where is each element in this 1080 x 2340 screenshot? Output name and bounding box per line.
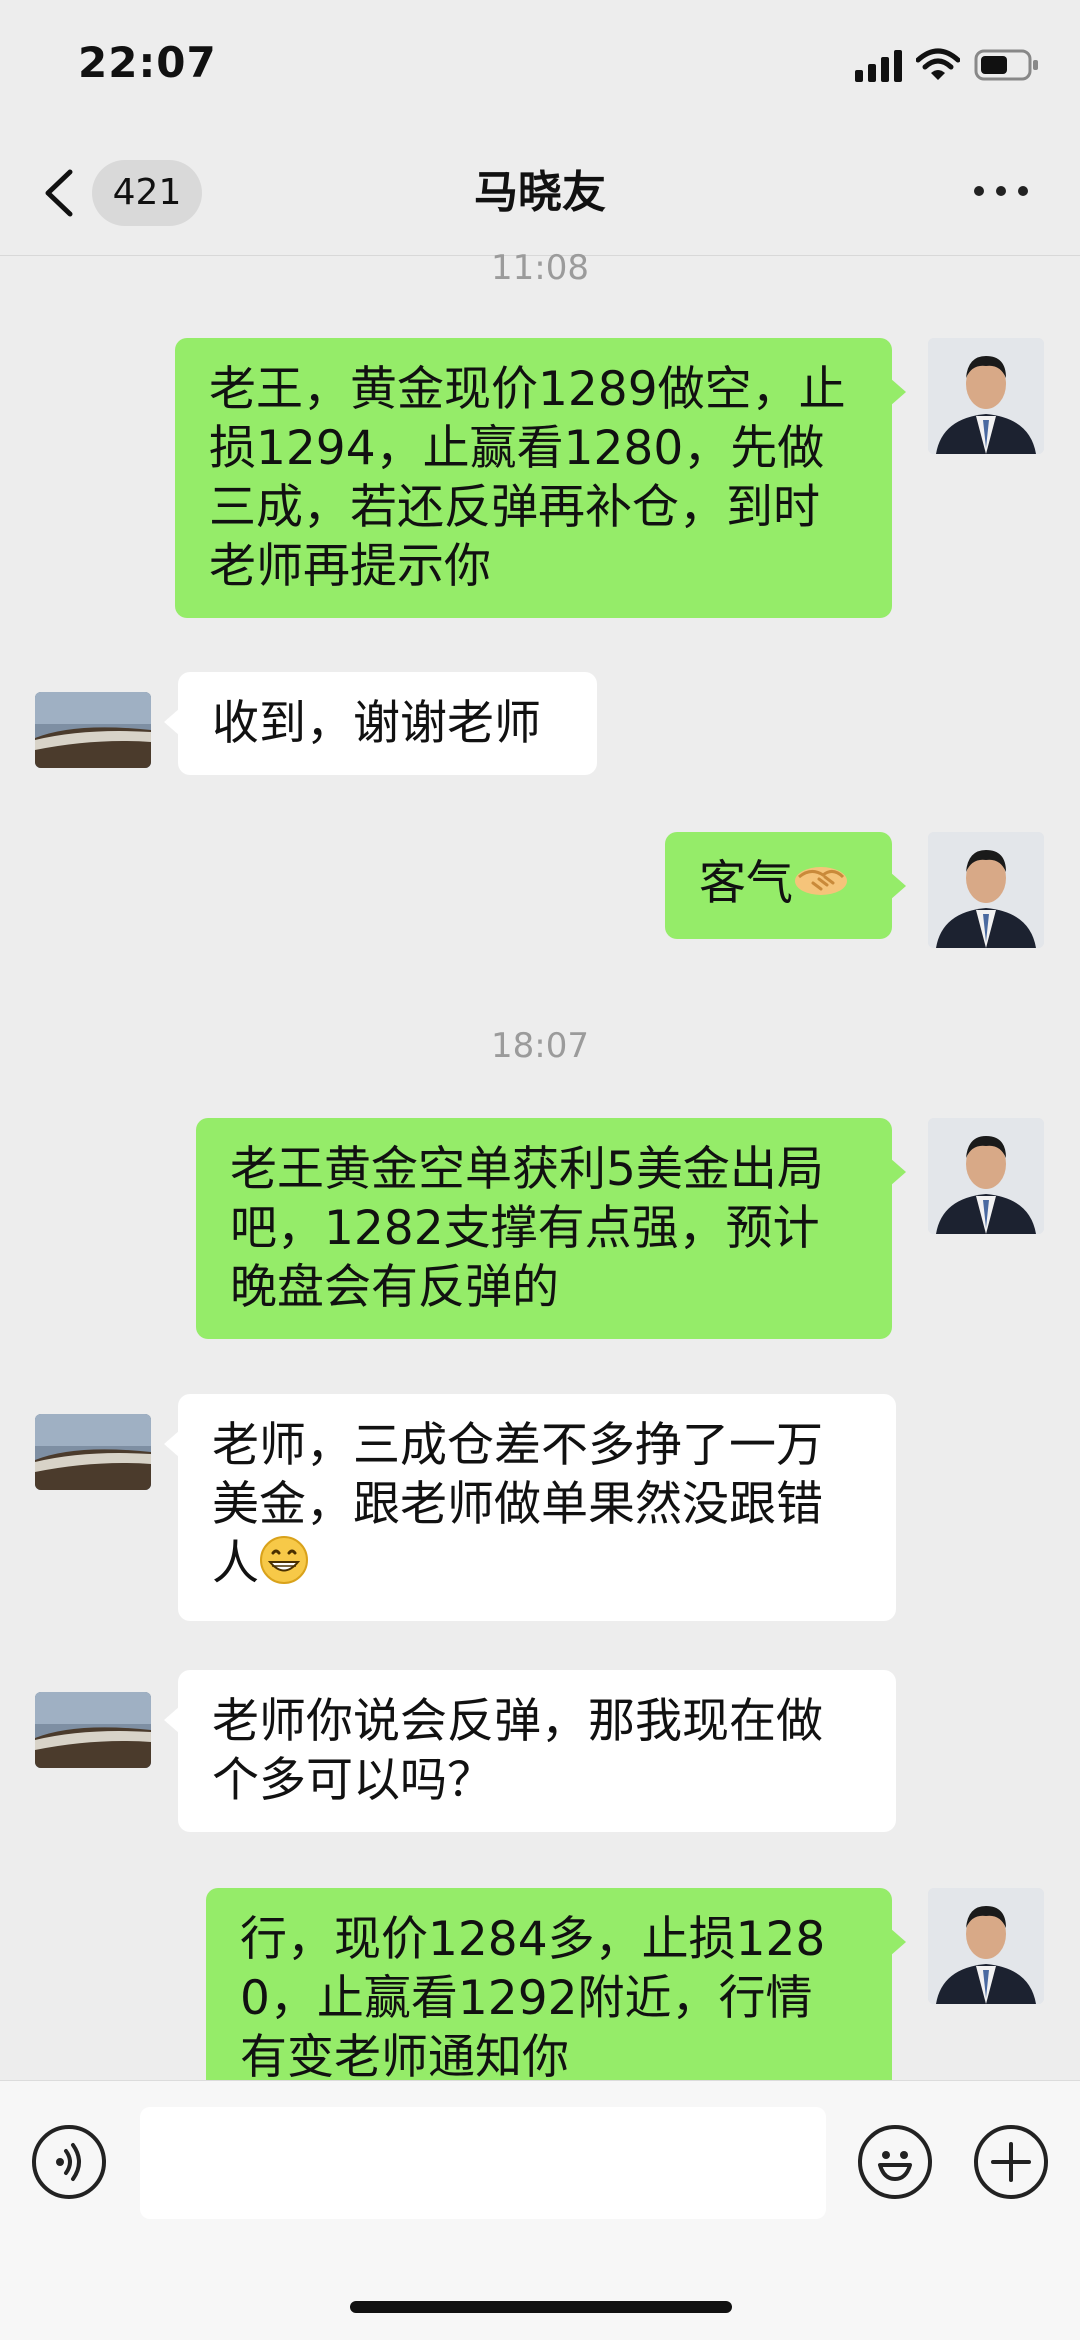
avatar-peer[interactable] [35,1414,151,1490]
nav-bar: 马晓友 421 [0,130,1080,256]
message-bubble-outgoing[interactable]: 客气 [665,832,906,939]
timestamp: 11:08 [491,248,589,288]
avatar-peer[interactable] [35,1692,151,1768]
status-icons [855,48,1040,82]
grinning-emoji [259,1535,309,1599]
message-bubble-incoming[interactable]: 收到，谢谢老师 [164,672,597,775]
input-bar [0,2080,1080,2340]
handshake-emoji [793,857,849,917]
message-bubble-incoming[interactable]: 老师你说会反弹，那我现在做个多可以吗？ [164,1670,896,1832]
plus-icon[interactable] [974,2125,1048,2199]
voice-input-icon[interactable] [32,2125,106,2199]
message-bubble-incoming[interactable]: 老师，三成仓差不多挣了一万美金，跟老师做单果然没跟错人 [164,1394,896,1621]
wifi-icon [916,48,960,82]
cellular-signal-icon [855,50,902,82]
message-input[interactable] [140,2107,826,2219]
avatar-self[interactable] [928,338,1044,454]
message-bubble-outgoing[interactable]: 老王，黄金现价1289做空，止损1294，止赢看1280，先做三成，若还反弹再补… [175,338,906,618]
message-bubble-outgoing[interactable]: 老王黄金空单获利5美金出局吧，1282支撑有点强，预计晚盘会有反弹的 [196,1118,906,1339]
avatar-self[interactable] [928,832,1044,948]
unread-count-badge[interactable]: 421 [92,160,202,226]
status-bar: 22:07 [0,0,1080,130]
ellipsis-icon[interactable] [974,186,1028,196]
home-indicator [350,2301,732,2313]
avatar-self[interactable] [928,1118,1044,1234]
timestamp: 18:07 [491,1026,589,1066]
message-bubble-outgoing[interactable]: 行，现价1284多，止损1280，止赢看1292附近，行情有变老师通知你 [206,1888,906,2109]
emoji-icon[interactable] [858,2125,932,2199]
battery-icon [974,48,1040,82]
avatar-peer[interactable] [35,692,151,768]
status-time: 22:07 [78,38,217,87]
message-text: 客气 [699,856,793,911]
avatar-self[interactable] [928,1888,1044,2004]
